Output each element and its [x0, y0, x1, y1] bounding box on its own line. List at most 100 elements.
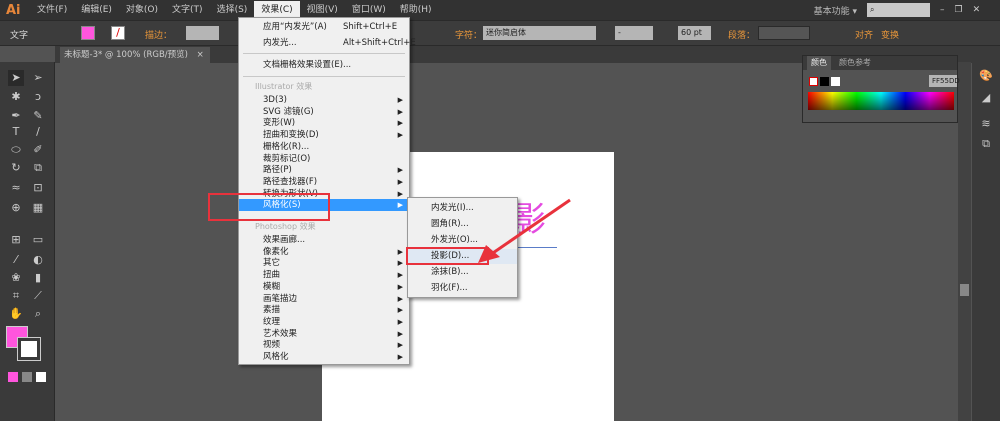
menu-item-raster-settings[interactable]: 文档栅格效果设置(E)...	[239, 59, 409, 71]
symbol-sprayer-tool-icon[interactable]: ❀	[8, 270, 24, 286]
menu-item-apply-last[interactable]: 应用“内发光”(A) Shift+Ctrl+E	[239, 21, 409, 33]
stroke-label[interactable]: 描边：	[145, 28, 172, 41]
menu-type[interactable]: 文字(T)	[165, 1, 210, 19]
menu-item[interactable]: 模糊 ▶	[239, 281, 409, 293]
layers-icon[interactable]: ≋	[978, 116, 994, 132]
close-tab-icon[interactable]: ×	[197, 50, 204, 60]
menu-item[interactable]: 扭曲和变换(D) ▶	[239, 129, 409, 141]
menu-object[interactable]: 对象(O)	[119, 1, 165, 19]
menu-item[interactable]: 变形(W) ▶	[239, 117, 409, 129]
menu-item[interactable]: 路径查找器(F) ▶	[239, 176, 409, 188]
color-guide-icon[interactable]: ◢	[978, 90, 994, 106]
menu-item[interactable]: 3D(3) ▶	[239, 94, 409, 106]
submenu-arrow-icon: ▶	[397, 119, 403, 128]
panel-dock: 🎨 ◢ ≋ ⧉	[972, 46, 1000, 421]
item-label: 裁剪标记(O)	[263, 153, 311, 164]
gradient-mode-button[interactable]	[22, 372, 32, 382]
menu-edit[interactable]: 编辑(E)	[74, 1, 119, 19]
free-transform-tool-icon[interactable]: ⊡	[30, 180, 46, 196]
menu-item[interactable]: SVG 滤镜(G) ▶	[239, 106, 409, 118]
color-spectrum[interactable]	[808, 92, 954, 110]
menu-item[interactable]: 视频 ▶	[239, 339, 409, 351]
menu-item[interactable]: 风格化 ▶	[239, 351, 409, 363]
selection-tool-icon[interactable]: ➤	[8, 70, 24, 86]
artboard-tool-icon[interactable]: ⌗	[8, 288, 24, 304]
color-tab[interactable]: 颜色	[807, 56, 831, 70]
shape-builder-tool-icon[interactable]: ⊕	[8, 200, 24, 216]
annotation-box-stylize	[208, 193, 330, 221]
menu-item[interactable]: 纹理 ▶	[239, 316, 409, 328]
type-tool-icon[interactable]: T	[8, 124, 24, 140]
fill-swatch[interactable]	[81, 26, 95, 40]
submenu-arrow-icon: ▶	[397, 271, 403, 280]
color-panel-icon[interactable]: 🎨	[978, 68, 994, 84]
hex-input[interactable]: FF55DD	[929, 75, 960, 87]
menu-item-last-effect[interactable]: 内发光... Alt+Shift+Ctrl+E	[239, 37, 416, 49]
menu-item[interactable]: 路径(P) ▶	[239, 164, 409, 176]
color-guide-tab[interactable]: 颜色参考	[839, 56, 871, 70]
scrollbar-thumb[interactable]	[960, 284, 969, 296]
font-style-select[interactable]: -	[615, 26, 653, 40]
menu-item[interactable]: 栅格化(R)...	[239, 141, 409, 153]
menu-item[interactable]: 扭曲 ▶	[239, 269, 409, 281]
curvature-tool-icon[interactable]: ✎	[30, 108, 46, 124]
pen-tool-icon[interactable]: ✒	[8, 108, 24, 124]
magic-wand-tool-icon[interactable]: ✱	[8, 89, 24, 105]
menu-item[interactable]: 画笔描边 ▶	[239, 293, 409, 305]
menu-item[interactable]: 效果画廊...	[239, 234, 409, 246]
shortcut: Shift+Ctrl+E	[343, 22, 398, 32]
eyedropper-tool-icon[interactable]: ⁄	[8, 252, 24, 268]
menu-item[interactable]: 其它 ▶	[239, 257, 409, 269]
paragraph-label[interactable]: 段落：	[728, 28, 755, 41]
perspective-tool-icon[interactable]: ▦	[30, 200, 46, 216]
stroke-swatch[interactable]: /	[111, 26, 125, 40]
character-label[interactable]: 字符：	[455, 28, 482, 41]
item-label: 艺术效果	[263, 328, 298, 339]
submenu-arrow-icon: ▶	[397, 306, 403, 315]
none-mode-button[interactable]	[36, 372, 46, 382]
artboards-icon[interactable]: ⧉	[978, 136, 994, 152]
workspace-switcher[interactable]: 基本功能 ▾	[814, 4, 857, 17]
rotate-tool-icon[interactable]: ↻	[8, 160, 24, 176]
font-size-input[interactable]: 60 pt	[678, 26, 711, 40]
white-swatch[interactable]	[831, 77, 840, 86]
ellipse-tool-icon[interactable]: ⬭	[8, 142, 24, 158]
vertical-scrollbar[interactable]	[958, 62, 971, 421]
none-swatch[interactable]	[809, 77, 818, 86]
item-label: 效果画廊...	[263, 235, 306, 245]
transform-link[interactable]: 变换	[881, 28, 899, 41]
slice-tool-icon[interactable]: ⟋	[30, 288, 46, 304]
black-swatch[interactable]	[820, 77, 829, 86]
menu-item[interactable]: 素描 ▶	[239, 304, 409, 316]
menu-item[interactable]: 艺术效果 ▶	[239, 328, 409, 340]
hand-tool-icon[interactable]: ✋	[8, 306, 24, 322]
window-controls[interactable]: –❐✕	[940, 5, 1000, 15]
stroke-color-box[interactable]	[17, 337, 41, 361]
gradient-tool-icon[interactable]: ▭	[30, 232, 46, 248]
menu-item[interactable]: 像素化 ▶	[239, 246, 409, 258]
line-tool-icon[interactable]: /	[30, 124, 46, 140]
search-input[interactable]: ⌕	[867, 3, 930, 17]
menu-file[interactable]: 文件(F)	[30, 1, 74, 19]
blend-tool-icon[interactable]: ◐	[30, 252, 46, 268]
photoshop-effects-header: Photoshop 效果	[255, 222, 316, 231]
align-buttons[interactable]	[758, 26, 810, 40]
menu-item[interactable]: 裁剪标记(O)	[239, 153, 409, 165]
warp-tool-icon[interactable]: ≈	[8, 180, 24, 196]
brush-tool-icon[interactable]: ✐	[30, 142, 46, 158]
scale-tool-icon[interactable]: ⧉	[30, 160, 46, 176]
mesh-tool-icon[interactable]: ⊞	[8, 232, 24, 248]
document-tab[interactable]: 未标题-3* @ 100% (RGB/预览) ×	[60, 47, 210, 63]
color-mode-button[interactable]	[8, 372, 18, 382]
direct-selection-tool-icon[interactable]: ➢	[30, 70, 46, 86]
submenu-item[interactable]: 羽化(F)...	[408, 281, 517, 296]
item-label: 像素化	[263, 246, 289, 257]
align-link[interactable]: 对齐	[855, 28, 873, 41]
font-family-input[interactable]: 迷你简启体	[483, 26, 596, 40]
submenu-arrow-icon: ▶	[397, 341, 403, 350]
zoom-tool-icon[interactable]: ⌕	[30, 306, 46, 322]
stroke-weight-input[interactable]	[186, 26, 219, 40]
item-label: 画笔描边	[263, 293, 298, 304]
graph-tool-icon[interactable]: ▮	[30, 270, 46, 286]
lasso-tool-icon[interactable]: ↄ	[30, 89, 46, 105]
